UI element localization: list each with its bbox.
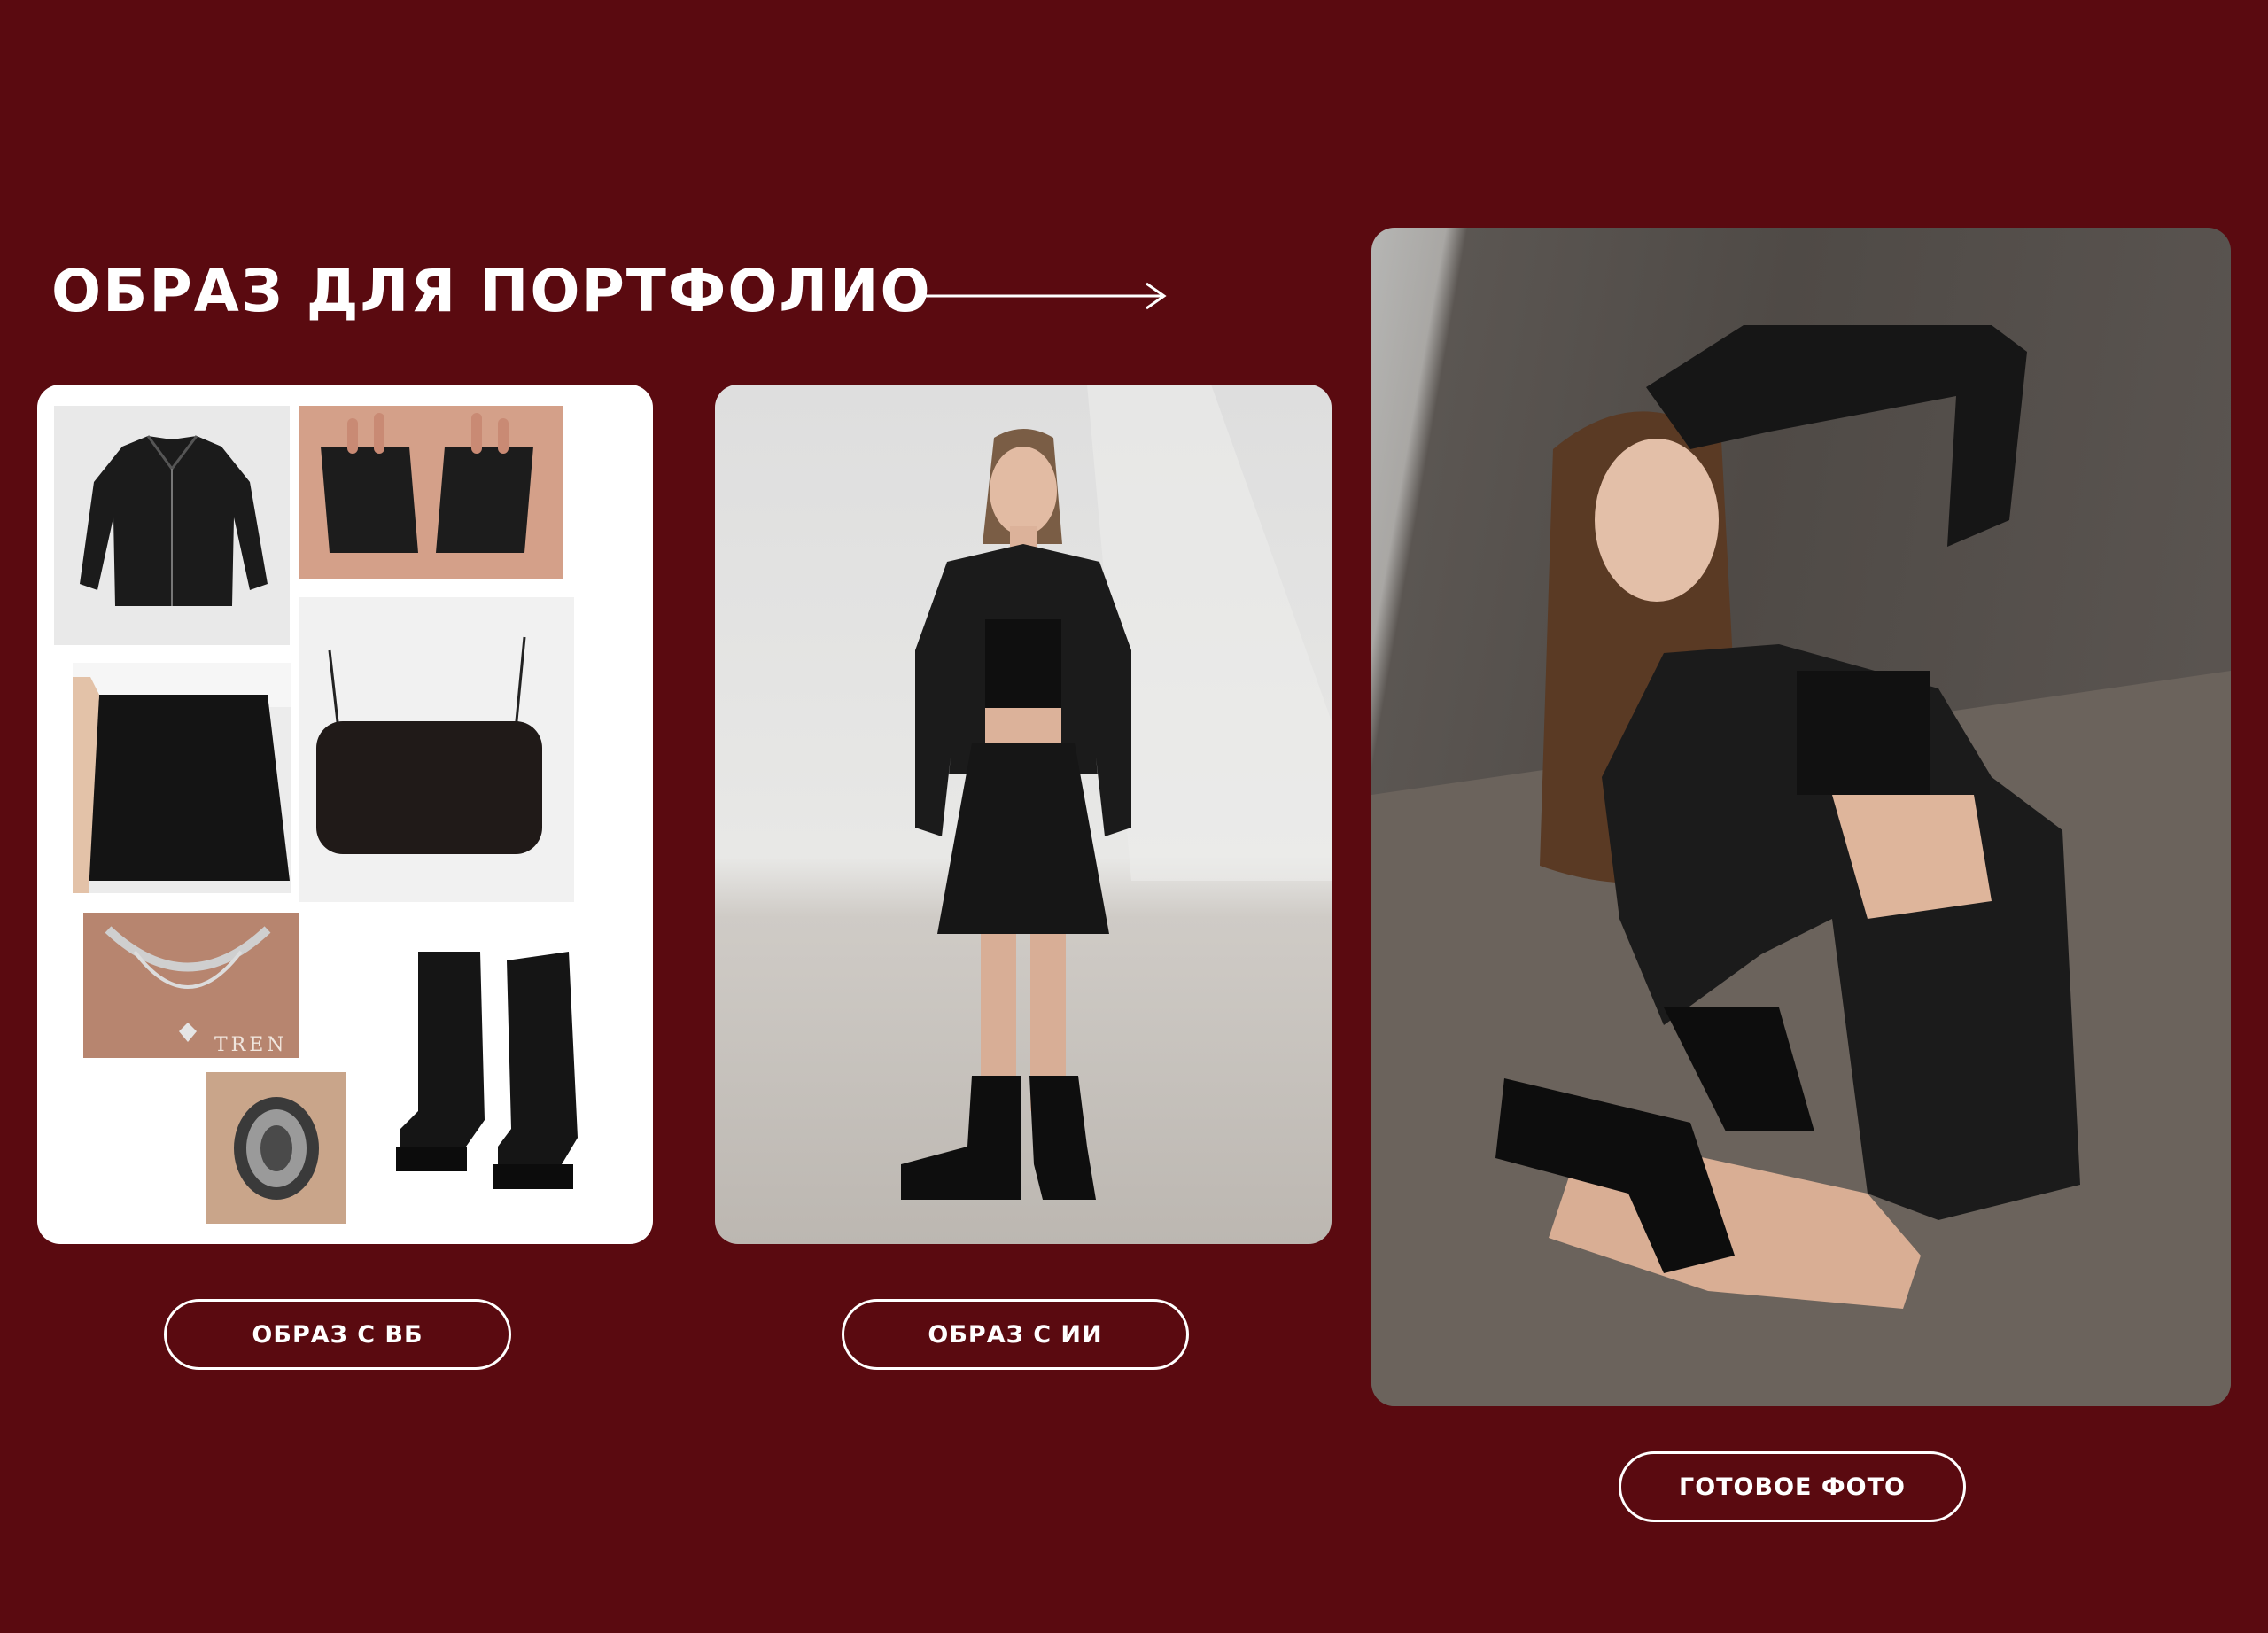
wb-look-button[interactable]: ОБРАЗ С ВБ <box>164 1299 511 1370</box>
skirt-image <box>73 663 291 893</box>
final-photo <box>1371 325 2231 1406</box>
jacket-image <box>54 406 290 645</box>
final-photo-card <box>1371 228 2231 1406</box>
gloves-image <box>299 406 563 579</box>
ruffle-top-image <box>299 597 574 902</box>
ai-look-button[interactable]: ОБРАЗ С ИИ <box>842 1299 1189 1370</box>
earring-image <box>206 1072 346 1224</box>
ai-look-card <box>715 385 1332 1244</box>
ai-look-photo <box>901 385 1332 1200</box>
necklace-watermark: TREN <box>214 1034 288 1056</box>
page-title: ОБРАЗ ДЛЯ ПОРТФОЛИО <box>51 257 932 325</box>
wb-collage-card: TREN <box>37 385 653 1244</box>
arrow-right-icon <box>923 282 1167 310</box>
collage-image: TREN <box>54 406 623 1224</box>
necklace-image: TREN <box>83 913 299 1058</box>
boots-image <box>388 913 623 1221</box>
final-photo-button[interactable]: ГОТОВОЕ ФОТО <box>1619 1451 1966 1522</box>
